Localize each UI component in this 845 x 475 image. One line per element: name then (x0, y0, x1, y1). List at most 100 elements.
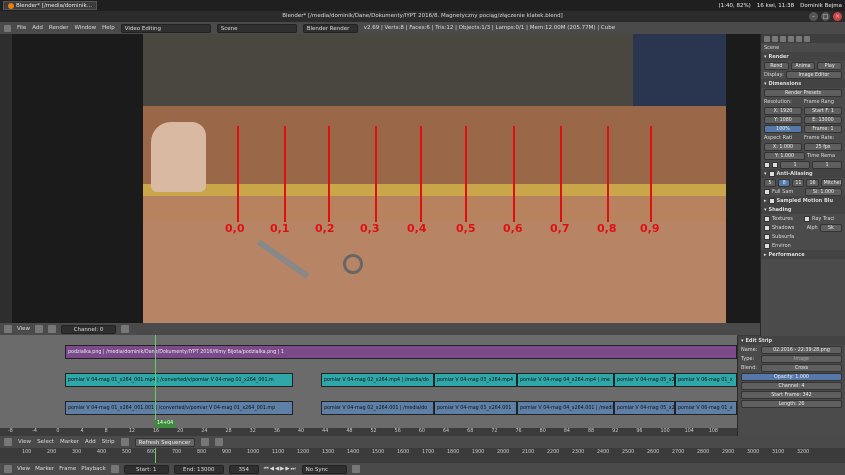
scene-tab-icon[interactable] (780, 35, 786, 42)
dimensions-panel-header[interactable]: ▾ Dimensions (761, 79, 845, 88)
blend-mode-select[interactable]: Cross (761, 363, 842, 372)
taskbar-blender-task[interactable]: Blender* [/media/dominik... (3, 1, 97, 10)
menu-strip[interactable]: Strip (102, 439, 115, 445)
menu-add[interactable]: Add (85, 439, 96, 445)
channel-field[interactable]: Channel: 4 (741, 381, 842, 390)
record-icon[interactable] (110, 465, 119, 473)
aa-level-16[interactable]: 16 (806, 178, 819, 187)
aa-level-8[interactable]: 8 (778, 178, 791, 187)
environment-checkbox[interactable] (764, 242, 770, 249)
editor-type-icon[interactable] (4, 325, 12, 333)
menu-marker[interactable]: Marker (60, 439, 79, 445)
filter-size-field[interactable]: Si: 1.000 (805, 187, 842, 196)
timeline-playhead[interactable] (155, 448, 156, 463)
aa-level-11[interactable]: 11 (792, 178, 805, 187)
audio-strip-2[interactable]: pomiar V 04-mag 02_x264.001 | /media/do (321, 401, 434, 415)
resolution-x-field[interactable]: X: 1920 (764, 106, 802, 115)
time-remap-new[interactable]: 1 (812, 160, 842, 169)
menu-file[interactable]: File (17, 25, 26, 31)
playhead[interactable] (155, 335, 156, 428)
overlay-icon[interactable] (121, 325, 130, 333)
textures-checkbox[interactable] (764, 215, 770, 222)
timeline-marker-menu[interactable]: Marker (35, 466, 54, 472)
end-frame-field[interactable]: End: 13000 (173, 464, 224, 474)
image-strip[interactable]: podzialka.png | /media/dominik/Dane/Doku… (65, 345, 737, 359)
view-type-icon[interactable] (120, 438, 129, 446)
view-type-icon[interactable] (35, 325, 44, 333)
aa-level-5[interactable]: 5 (764, 178, 777, 187)
full-sample-checkbox[interactable] (764, 188, 770, 195)
border-checkbox[interactable] (764, 161, 770, 168)
display-select[interactable]: Image Editor (785, 70, 842, 79)
copy-icon[interactable] (200, 438, 209, 446)
opacity-slider[interactable]: Opacity: 1.000 (741, 372, 842, 381)
menu-view[interactable]: View (18, 439, 31, 445)
aspect-x-field[interactable]: X: 1.000 (764, 142, 802, 151)
screen-layout-select[interactable]: Video Editing (120, 23, 211, 33)
render-image-button[interactable]: Rend (764, 61, 789, 70)
close-icon[interactable]: × (833, 12, 842, 21)
maximize-icon[interactable]: □ (821, 12, 830, 21)
end-frame-field[interactable]: E: 13000 (804, 115, 842, 124)
minimize-icon[interactable]: – (809, 12, 818, 21)
sequencer-timeline[interactable]: podzialka.png | /media/dominik/Dane/Doku… (0, 335, 737, 428)
movie-strip-4[interactable]: pomiar V 04-mag 04_x264.mp4 | /me (517, 373, 614, 387)
info-editor-icon[interactable] (4, 24, 11, 32)
start-frame-field[interactable]: Start Frame: 342 (741, 390, 842, 399)
render-engine-select[interactable]: Blender Render (302, 23, 358, 33)
fps-select[interactable]: 25 fps (804, 142, 842, 151)
resolution-y-field[interactable]: Y: 1080 (764, 115, 802, 124)
editor-type-icon[interactable] (4, 465, 12, 473)
display-mode-icon[interactable] (48, 325, 57, 333)
aa-filter-select[interactable]: Mitchell-N (820, 178, 843, 187)
length-field[interactable]: Length: 26 (741, 399, 842, 408)
user-name[interactable]: Dominik Bejma (800, 3, 842, 9)
performance-header[interactable]: ▸ Performance (761, 250, 845, 259)
sequencer-ruler[interactable]: -8 -4 0 4 8 12 16 20 24 28 32 36 40 44 48 52 56 60 64 68 72 7… (0, 428, 737, 436)
shading-header[interactable]: ▾ Shading (761, 205, 845, 214)
timeline-ruler[interactable]: 100 200 300 400 500 600 700 800 900 1000 1100 1200 1… (0, 448, 845, 463)
audio-strip-5[interactable]: pomiar V 04-mag 05_x2 (614, 401, 675, 415)
editor-type-icon[interactable] (4, 438, 12, 446)
render-tab-icon[interactable] (764, 35, 770, 42)
play-button[interactable]: Play (817, 61, 843, 70)
edit-strip-header[interactable]: ▾ Edit Strip (738, 336, 845, 345)
keying-icon[interactable] (351, 465, 360, 473)
paste-icon[interactable] (214, 438, 223, 446)
menu-window[interactable]: Window (74, 25, 96, 31)
menu-add[interactable]: Add (32, 25, 43, 31)
time-remap-old[interactable]: 1 (780, 160, 810, 169)
anti-aliasing-header[interactable]: ▾ Anti-Aliasing (761, 169, 845, 178)
audio-strip-6[interactable]: pomiar V 06-mag 01_x (675, 401, 737, 415)
crop-checkbox[interactable] (772, 161, 778, 168)
world-tab-icon[interactable] (788, 35, 794, 42)
alpha-mode-select[interactable]: Sk (819, 223, 842, 232)
movie-strip-6[interactable]: pomiar V 06-mag 01_x (675, 373, 737, 387)
timeline-frame-menu[interactable]: Frame (59, 466, 76, 472)
motion-blur-checkbox[interactable] (768, 197, 775, 204)
menu-help[interactable]: Help (102, 25, 115, 31)
scene-select[interactable]: Scene (216, 23, 297, 33)
menu-render[interactable]: Render (49, 25, 69, 31)
timeline-playback-menu[interactable]: Playback (81, 466, 106, 472)
movie-strip-3[interactable]: pomiar V 04-mag 03_x264.mp4 (434, 373, 517, 387)
timeline-view-menu[interactable]: View (17, 466, 30, 472)
render-panel-header[interactable]: ▾ Render (761, 52, 845, 61)
audio-strip-1[interactable]: pomiar V 04-mag 01_x264_001.001 | /conve… (65, 401, 293, 415)
strip-name-field[interactable]: 02.2016 - 22:39:28.png (761, 345, 842, 354)
current-frame-field[interactable]: 354 (228, 464, 259, 474)
movie-strip-5[interactable]: pomiar V 04-mag 05_x2 (614, 373, 675, 387)
layers-tab-icon[interactable] (772, 35, 778, 42)
movie-strip-1[interactable]: pomiar V 04-mag 01_x264_001.mp4 | /conve… (65, 373, 293, 387)
start-frame-field[interactable]: Start: 1 (123, 464, 169, 474)
shadows-checkbox[interactable] (764, 224, 770, 231)
object-tab-icon[interactable] (796, 35, 802, 42)
movie-strip-2[interactable]: pomiar V 04-mag 02_x264.mp4 | /media/do (321, 373, 434, 387)
audio-strip-4[interactable]: pomiar V 04-mag 04_x264.001 | /media (517, 401, 614, 415)
render-animation-button[interactable]: Anima (790, 61, 816, 70)
frame-step-field[interactable]: Frame: 1 (804, 124, 842, 133)
modifier-tab-icon[interactable] (804, 35, 810, 42)
ray-tracing-checkbox[interactable] (804, 215, 810, 222)
motion-blur-header[interactable]: ▸ Sampled Motion Blu (761, 196, 845, 205)
playback-controls[interactable]: ⏮◀◀▶▶⏭ (264, 466, 297, 473)
